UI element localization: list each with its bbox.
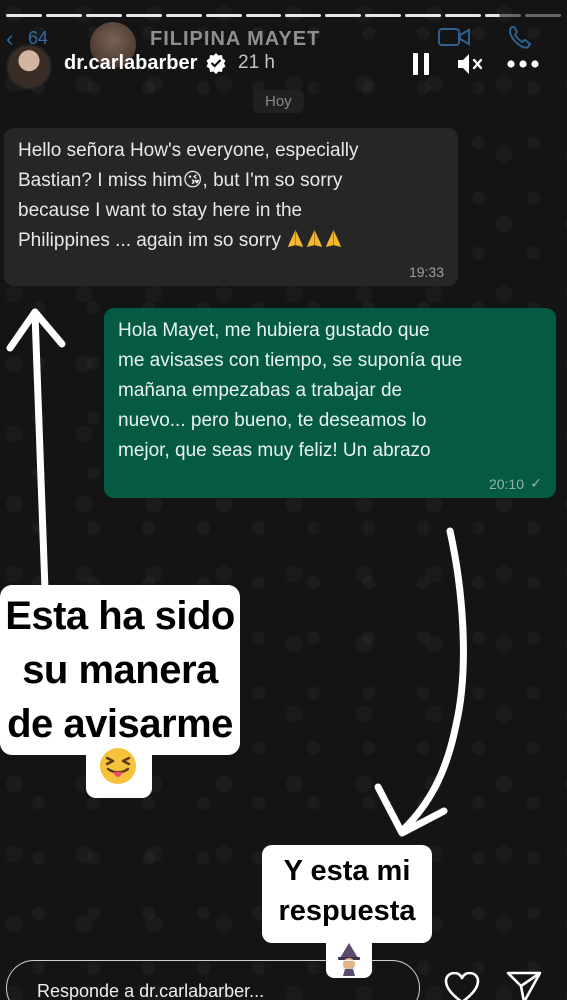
story-author-avatar[interactable] — [6, 44, 52, 90]
text-sticker-right: Y esta mi respuesta — [262, 845, 432, 943]
sticker-text-line: respuesta — [278, 895, 416, 927]
progress-segment — [165, 14, 202, 17]
send-icon[interactable] — [506, 970, 542, 1000]
progress-segment — [445, 14, 482, 17]
incoming-message: Hello señora How's everyone, especially … — [4, 128, 458, 286]
reply-input-field[interactable]: Responde a dr.carlabarber... — [6, 960, 420, 1000]
heart-icon[interactable] — [444, 972, 480, 1000]
message-text-line: nuevo... pero bueno, te deseamos lo — [118, 410, 427, 431]
progress-segment — [125, 14, 162, 17]
pray-emoji-icon — [288, 229, 304, 248]
progress-segment — [524, 14, 561, 17]
reply-placeholder: Responde a dr.carlabarber... — [37, 981, 265, 1000]
mute-icon[interactable] — [456, 52, 484, 76]
story-progress-bar — [6, 14, 561, 17]
pray-emoji-icon — [326, 229, 342, 248]
message-text-line: Bastian? I miss him — [18, 170, 183, 191]
message-text-line: Hello señora How's everyone, especially — [18, 140, 359, 161]
message-timestamp: 19:33 — [408, 264, 444, 280]
up-arrow-drawing — [6, 308, 66, 594]
down-arrow-drawing — [374, 527, 467, 837]
story-header: dr.carlabarber 21 h — [0, 44, 567, 90]
message-text-line: Hola Mayet, me hubiera gustado que — [118, 320, 430, 341]
progress-segment — [405, 14, 442, 17]
progress-segment-current — [485, 14, 521, 17]
text-sticker-left: Esta ha sido su manera de avisarme — [0, 585, 240, 755]
message-text-line: , but I'm so sorry — [202, 170, 343, 191]
sticker-text-line: Y esta mi — [283, 855, 411, 887]
more-icon[interactable] — [506, 54, 540, 74]
message-text-line: mejor, que seas muy feliz! Un abrazo — [118, 440, 431, 461]
story-viewer: ‹ 64 FILIPINA MAYET dr.carlabarber 21 h — [0, 0, 567, 1000]
message-text-line: Philippines ... again im so sorry — [18, 230, 281, 251]
message-text-line: because I want to stay here in the — [18, 200, 303, 221]
outgoing-message: Hola Mayet, me hubiera gustado que me av… — [104, 308, 556, 498]
sticker-text-line: su manera — [22, 648, 218, 692]
progress-segment — [365, 14, 402, 17]
progress-segment — [85, 14, 122, 17]
story-time: 21 h — [238, 52, 275, 73]
message-text-line: mañana empezabas a trabajar de — [118, 380, 403, 401]
progress-segment — [245, 14, 282, 17]
date-separator: Hoy — [253, 90, 304, 113]
pause-icon[interactable] — [412, 52, 430, 76]
message-text-line: me avisases con tiempo, se suponía que — [118, 350, 463, 371]
verified-badge-icon — [206, 53, 226, 74]
message-timestamp: 20:10 — [488, 476, 524, 492]
progress-segment — [285, 14, 322, 17]
progress-segment — [45, 14, 82, 17]
sticker-text-line: Esta ha sido — [5, 594, 235, 638]
sent-check-icon: ✓ — [530, 475, 542, 491]
kiss-emoji-icon: 😘 — [182, 170, 203, 191]
sticker-emoji-tab — [86, 742, 152, 798]
progress-segment — [6, 14, 42, 17]
progress-segment — [325, 14, 362, 17]
story-username[interactable]: dr.carlabarber — [64, 52, 197, 75]
progress-segment — [205, 14, 242, 17]
pray-emoji-icon — [307, 229, 323, 248]
squinting-tongue-emoji-icon — [100, 748, 136, 784]
